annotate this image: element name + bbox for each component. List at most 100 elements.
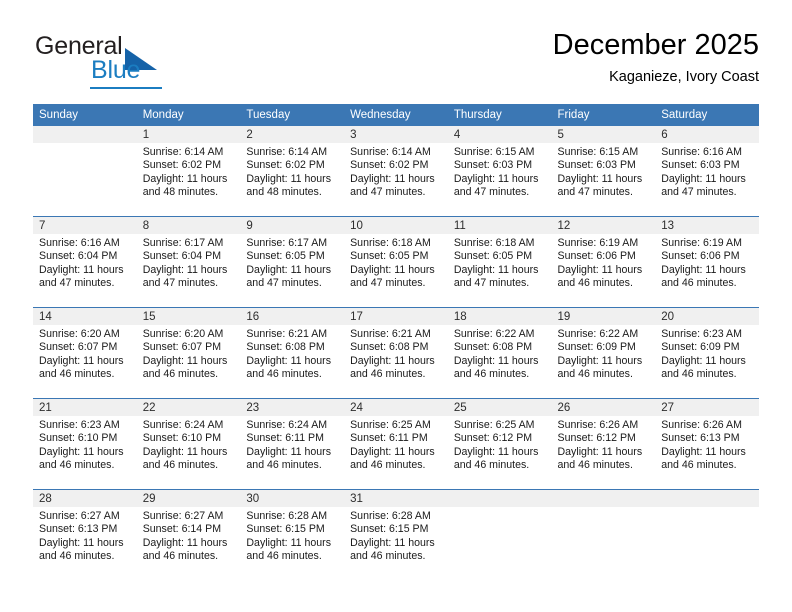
- daylight-text-line2: and 46 minutes.: [661, 368, 737, 381]
- sunset-text: Sunset: 6:15 PM: [246, 523, 325, 536]
- calendar-week-row: 21 Sunrise: 6:23 AM Sunset: 6:10 PM Dayligh…: [33, 399, 759, 489]
- calendar-day-cell[interactable]: 12 Sunrise: 6:19 AM Sunset: 6:06 PM Dayligh…: [551, 217, 656, 307]
- calendar-page: General Blue December 2025 Kaganieze, Iv…: [0, 0, 792, 612]
- daylight-text-line2: and 48 minutes.: [246, 186, 322, 199]
- day-cell-details: Sunrise: 6:22 AM Sunset: 6:09 PM Daylight:…: [552, 325, 656, 382]
- calendar-week-row: 1 Sunrise: 6:14 AM Sunset: 6:02 PM Daylight…: [33, 126, 759, 216]
- calendar-day-cell[interactable]: 2 Sunrise: 6:14 AM Sunset: 6:02 PM Daylight…: [240, 126, 345, 216]
- sunset-text: Sunset: 6:09 PM: [557, 341, 636, 354]
- day-number: 5: [551, 126, 656, 143]
- calendar-day-cell[interactable]: 15 Sunrise: 6:20 AM Sunset: 6:07 PM Dayligh…: [136, 308, 241, 398]
- weekday-header-monday: Monday: [136, 104, 241, 126]
- daylight-text-line2: and 46 minutes.: [453, 368, 530, 381]
- sunset-text: Sunset: 6:07 PM: [142, 341, 222, 354]
- daylight-text-line2: and 46 minutes.: [142, 368, 219, 381]
- calendar-day-cell[interactable]: 8 Sunrise: 6:17 AM Sunset: 6:04 PM Daylight…: [136, 217, 241, 307]
- day-cell-inner: 17 Sunrise: 6:21 AM Sunset: 6:08 PM Dayligh…: [344, 308, 448, 398]
- sunrise-text: Sunrise: 6:20 AM: [142, 328, 224, 340]
- day-cell-inner: 7 Sunrise: 6:16 AM Sunset: 6:04 PM Daylight…: [33, 217, 137, 307]
- sunrise-text: Sunrise: 6:27 AM: [142, 510, 224, 522]
- brand-name-blue: Blue: [91, 56, 141, 84]
- day-cell-inner: 8 Sunrise: 6:17 AM Sunset: 6:04 PM Daylight…: [136, 217, 241, 307]
- calendar-day-cell[interactable]: 23 Sunrise: 6:24 AM Sunset: 6:11 PM Dayligh…: [240, 399, 345, 489]
- calendar-day-cell[interactable]: 26 Sunrise: 6:26 AM Sunset: 6:12 PM Dayligh…: [551, 399, 656, 489]
- day-number: 6: [655, 126, 759, 143]
- day-cell-inner: 23 Sunrise: 6:24 AM Sunset: 6:11 PM Dayligh…: [240, 399, 345, 489]
- calendar-day-cell[interactable]: 18 Sunrise: 6:22 AM Sunset: 6:08 PM Dayligh…: [447, 308, 552, 398]
- day-cell-inner: 31 Sunrise: 6:28 AM Sunset: 6:15 PM Dayligh…: [344, 490, 448, 580]
- day-cell-details: Sunrise: 6:17 AM Sunset: 6:05 PM Daylight:…: [240, 234, 344, 291]
- day-cell-inner: 1 Sunrise: 6:14 AM Sunset: 6:02 PM Daylight…: [136, 126, 241, 216]
- sunrise-text: Sunrise: 6:19 AM: [661, 237, 742, 249]
- daylight-text-line1: Daylight: 11 hours: [350, 172, 435, 185]
- calendar-day-cell[interactable]: 21 Sunrise: 6:23 AM Sunset: 6:10 PM Dayligh…: [33, 399, 137, 489]
- weekday-header-saturday: Saturday: [655, 104, 759, 126]
- sunrise-text: Sunrise: 6:18 AM: [350, 237, 431, 249]
- sunrise-text: Sunrise: 6:16 AM: [39, 237, 120, 249]
- calendar-day-cell[interactable]: 6 Sunrise: 6:16 AM Sunset: 6:03 PM Daylight…: [655, 126, 759, 216]
- sunrise-text: Sunrise: 6:14 AM: [350, 146, 431, 158]
- daylight-text-line1: Daylight: 11 hours: [453, 354, 539, 367]
- day-cell-details: Sunrise: 6:28 AM Sunset: 6:15 PM Daylight:…: [344, 507, 448, 564]
- calendar-day-cell[interactable]: 4 Sunrise: 6:15 AM Sunset: 6:03 PM Daylight…: [447, 126, 552, 216]
- calendar-day-cell[interactable]: 1 Sunrise: 6:14 AM Sunset: 6:02 PM Daylight…: [136, 126, 241, 216]
- daylight-text-line2: and 46 minutes.: [246, 459, 322, 472]
- calendar-day-cell[interactable]: 27 Sunrise: 6:26 AM Sunset: 6:13 PM Dayligh…: [655, 399, 759, 489]
- calendar-day-cell[interactable]: 5 Sunrise: 6:15 AM Sunset: 6:03 PM Daylight…: [551, 126, 656, 216]
- day-cell-inner: 2 Sunrise: 6:14 AM Sunset: 6:02 PM Daylight…: [240, 126, 345, 216]
- daylight-text-line1: Daylight: 11 hours: [350, 445, 435, 458]
- day-cell-details: Sunrise: 6:26 AM Sunset: 6:13 PM Daylight:…: [655, 416, 759, 473]
- daylight-text-line2: and 46 minutes.: [142, 550, 219, 563]
- calendar-day-cell[interactable]: 10 Sunrise: 6:18 AM Sunset: 6:05 PM Dayligh…: [344, 217, 448, 307]
- calendar-day-cell[interactable]: 9 Sunrise: 6:17 AM Sunset: 6:05 PM Daylight…: [240, 217, 345, 307]
- calendar-day-cell[interactable]: 3 Sunrise: 6:14 AM Sunset: 6:02 PM Daylight…: [344, 126, 448, 216]
- calendar-day-cell[interactable]: 24 Sunrise: 6:25 AM Sunset: 6:11 PM Dayligh…: [344, 399, 448, 489]
- daylight-text-line1: Daylight: 11 hours: [142, 536, 228, 549]
- calendar-body: 1 Sunrise: 6:14 AM Sunset: 6:02 PM Daylight…: [33, 126, 759, 580]
- day-cell-details: Sunrise: 6:19 AM Sunset: 6:06 PM Daylight:…: [552, 234, 656, 291]
- daylight-text-line1: Daylight: 11 hours: [557, 445, 643, 458]
- day-cell-details: Sunrise: 6:21 AM Sunset: 6:08 PM Daylight:…: [240, 325, 344, 382]
- day-cell-details: Sunrise: 6:23 AM Sunset: 6:10 PM Daylight:…: [33, 416, 137, 473]
- calendar-day-cell[interactable]: 20 Sunrise: 6:23 AM Sunset: 6:09 PM Dayligh…: [655, 308, 759, 398]
- calendar-day-cell[interactable]: 31 Sunrise: 6:28 AM Sunset: 6:15 PM Dayligh…: [344, 490, 448, 580]
- daylight-text-line2: and 46 minutes.: [246, 368, 322, 381]
- day-cell-details: Sunrise: 6:20 AM Sunset: 6:07 PM Daylight:…: [137, 325, 241, 382]
- calendar-day-cell[interactable]: 19 Sunrise: 6:22 AM Sunset: 6:09 PM Dayligh…: [551, 308, 656, 398]
- sunrise-text: Sunrise: 6:15 AM: [453, 146, 535, 158]
- calendar-day-cell[interactable]: 7 Sunrise: 6:16 AM Sunset: 6:04 PM Daylight…: [33, 217, 137, 307]
- day-cell-inner: 18 Sunrise: 6:22 AM Sunset: 6:08 PM Dayligh…: [447, 308, 552, 398]
- sunrise-text: Sunrise: 6:25 AM: [453, 419, 535, 431]
- calendar-day-cell[interactable]: 25 Sunrise: 6:25 AM Sunset: 6:12 PM Dayligh…: [447, 399, 552, 489]
- day-cell-inner: 28 Sunrise: 6:27 AM Sunset: 6:13 PM Dayligh…: [33, 490, 137, 580]
- calendar-week-row: 7 Sunrise: 6:16 AM Sunset: 6:04 PM Daylight…: [33, 217, 759, 307]
- sunset-text: Sunset: 6:12 PM: [557, 432, 636, 445]
- day-number: 22: [136, 399, 241, 416]
- calendar-day-cell[interactable]: 14 Sunrise: 6:20 AM Sunset: 6:07 PM Dayligh…: [33, 308, 137, 398]
- day-cell-inner: 9 Sunrise: 6:17 AM Sunset: 6:05 PM Daylight…: [240, 217, 345, 307]
- day-cell-inner: 10 Sunrise: 6:18 AM Sunset: 6:05 PM Dayligh…: [344, 217, 448, 307]
- day-number: 17: [344, 308, 448, 325]
- calendar-day-cell[interactable]: 11 Sunrise: 6:18 AM Sunset: 6:05 PM Dayligh…: [447, 217, 552, 307]
- day-cell-inner: 21 Sunrise: 6:23 AM Sunset: 6:10 PM Dayligh…: [33, 399, 137, 489]
- calendar-day-cell[interactable]: 22 Sunrise: 6:24 AM Sunset: 6:10 PM Dayligh…: [136, 399, 241, 489]
- day-cell-inner: 6 Sunrise: 6:16 AM Sunset: 6:03 PM Daylight…: [655, 126, 759, 216]
- day-cell-details: Sunrise: 6:27 AM Sunset: 6:14 PM Daylight:…: [137, 507, 241, 564]
- sunset-text: Sunset: 6:09 PM: [661, 341, 740, 354]
- day-number: [655, 490, 759, 507]
- calendar-day-cell[interactable]: 28 Sunrise: 6:27 AM Sunset: 6:13 PM Dayligh…: [33, 490, 137, 580]
- day-cell-inner: [551, 490, 656, 580]
- calendar-day-cell[interactable]: 17 Sunrise: 6:21 AM Sunset: 6:08 PM Dayligh…: [344, 308, 448, 398]
- daylight-text-line1: Daylight: 11 hours: [246, 354, 332, 367]
- calendar-day-cell[interactable]: 16 Sunrise: 6:21 AM Sunset: 6:08 PM Dayligh…: [240, 308, 345, 398]
- calendar-day-cell[interactable]: 30 Sunrise: 6:28 AM Sunset: 6:15 PM Dayligh…: [240, 490, 345, 580]
- daylight-text-line1: Daylight: 11 hours: [39, 263, 124, 276]
- day-number: [33, 126, 137, 143]
- sunrise-text: Sunrise: 6:28 AM: [350, 510, 431, 522]
- brand-logo[interactable]: General Blue: [33, 32, 263, 90]
- calendar-day-cell[interactable]: 13 Sunrise: 6:19 AM Sunset: 6:06 PM Dayligh…: [655, 217, 759, 307]
- calendar-empty-cell: [447, 490, 552, 580]
- daylight-text-line1: Daylight: 11 hours: [246, 263, 332, 276]
- day-number: 2: [240, 126, 345, 143]
- calendar-day-cell[interactable]: 29 Sunrise: 6:27 AM Sunset: 6:14 PM Dayligh…: [136, 490, 241, 580]
